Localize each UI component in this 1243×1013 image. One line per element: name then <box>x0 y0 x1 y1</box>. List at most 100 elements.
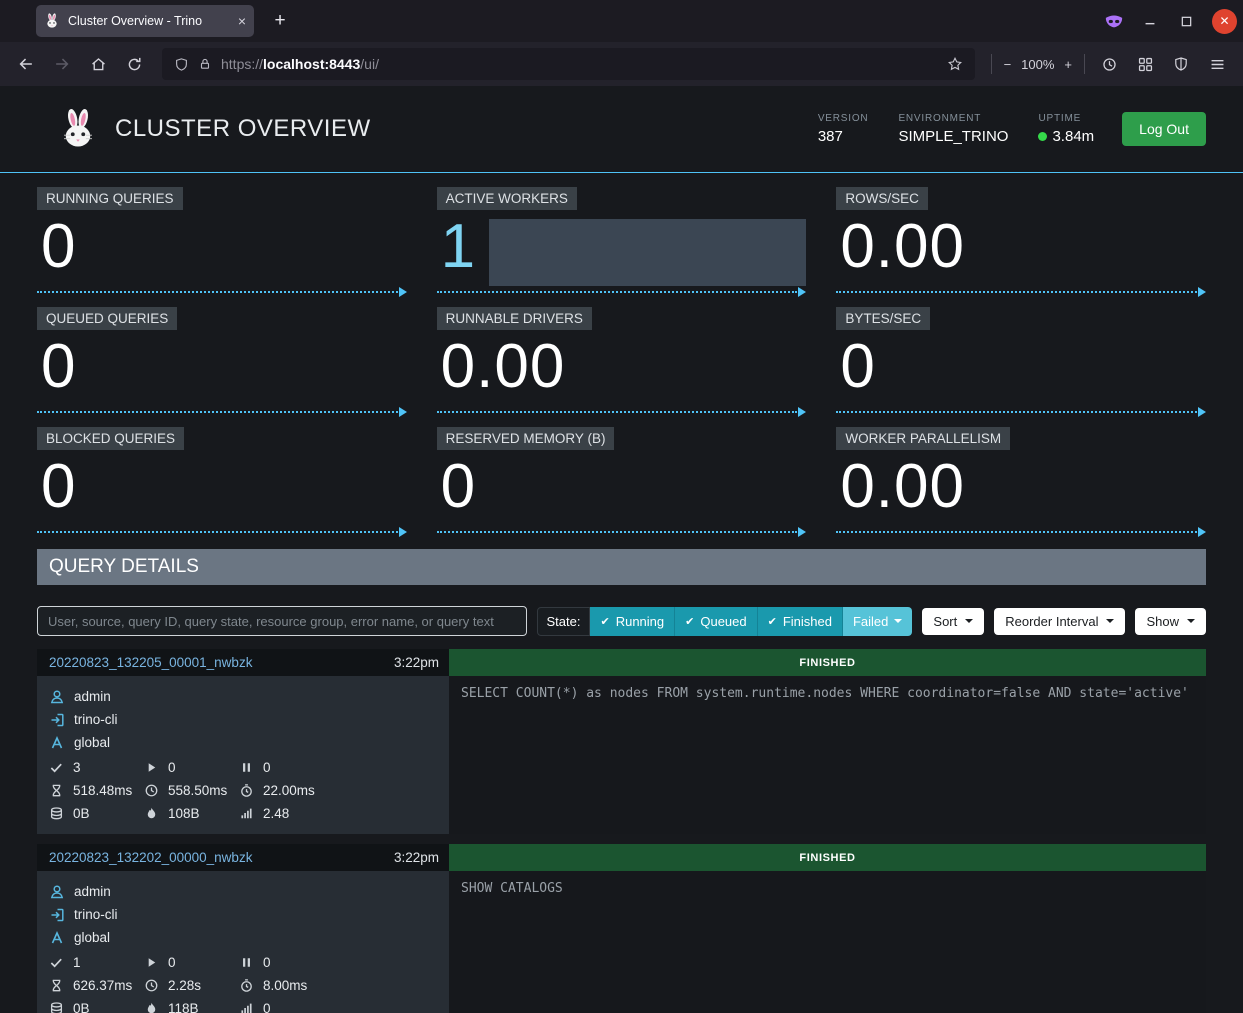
query-card: 20220823_132205_00001_nwbzk 3:22pm FINIS… <box>37 649 1206 834</box>
sparkline <box>836 291 1197 293</box>
sparkline <box>437 291 798 293</box>
stat-value: 0 <box>41 453 76 521</box>
private-browsing-mask-icon <box>1104 11 1124 31</box>
wall-time: 626.37ms <box>73 978 132 993</box>
query-id-link[interactable]: 20220823_132202_00000_nwbzk <box>49 850 252 865</box>
stat-tile-runnable-drivers: RUNNABLE DRIVERS 0.00 <box>437 307 807 417</box>
cumulative-memory: 2.48 <box>263 806 289 821</box>
history-icon[interactable] <box>1093 47 1125 81</box>
sparkline-tip-icon <box>1198 407 1206 417</box>
resource-group-icon <box>49 930 65 946</box>
stat-value: 0.00 <box>441 333 566 401</box>
stat-label: QUEUED QUERIES <box>37 307 177 330</box>
url-bar[interactable]: https://localhost:8443/ui/ <box>162 48 975 80</box>
site-header: CLUSTER OVERVIEW VERSION 387 ENVIRONMENT… <box>0 86 1243 173</box>
page-title: CLUSTER OVERVIEW <box>115 115 371 143</box>
peak-memory: 108B <box>168 806 200 821</box>
sparkline-tip-icon <box>1198 527 1206 537</box>
stat-tile-rows-sec: ROWS/SEC 0.00 <box>836 187 1206 297</box>
sparkline-tip-icon <box>399 527 407 537</box>
query-source: trino-cli <box>74 907 118 922</box>
sparkline-tip-icon <box>798 407 806 417</box>
stat-tile-worker-parallelism: WORKER PARALLELISM 0.00 <box>836 427 1206 537</box>
menu-icon[interactable] <box>1201 47 1233 81</box>
stat-label: WORKER PARALLELISM <box>836 427 1010 450</box>
stat-label: BLOCKED QUERIES <box>37 427 184 450</box>
zoom-level[interactable]: 100% <box>1021 57 1054 72</box>
tab-close-icon[interactable]: × <box>238 13 246 29</box>
state-filter-running[interactable]: ✔Running <box>590 607 675 636</box>
resource-group-icon <box>49 735 65 751</box>
state-filter-failed[interactable]: Failed <box>843 607 912 636</box>
show-dropdown[interactable]: Show <box>1135 608 1206 635</box>
tracking-shield-icon[interactable] <box>174 57 189 72</box>
query-time: 3:22pm <box>394 850 439 865</box>
zoom-out-button[interactable]: − <box>1004 57 1012 72</box>
zoom-in-button[interactable]: + <box>1064 57 1072 72</box>
query-id-link[interactable]: 20220823_132205_00001_nwbzk <box>49 655 252 670</box>
source-icon <box>49 712 65 728</box>
sparkline <box>37 291 398 293</box>
cpu-time: 22.00ms <box>263 783 315 798</box>
reorder-interval-dropdown[interactable]: Reorder Interval <box>994 608 1125 635</box>
caret-down-icon <box>894 619 902 623</box>
version-label: VERSION <box>818 113 869 124</box>
cumulative-memory-icon <box>239 1001 255 1013</box>
completed-splits: 3 <box>73 760 81 775</box>
query-user: admin <box>74 689 111 704</box>
cumulative-memory: 0 <box>263 1001 271 1013</box>
tab-title: Cluster Overview - Trino <box>68 14 230 28</box>
sparkline <box>437 411 798 413</box>
browser-tab[interactable]: Cluster Overview - Trino × <box>36 5 254 37</box>
state-filter-queued[interactable]: ✔Queued <box>675 607 757 636</box>
browser-toolbar: https://localhost:8443/ui/ − 100% + <box>0 42 1243 86</box>
query-card-header: 20220823_132202_00000_nwbzk 3:22pm <box>37 844 449 871</box>
trino-rabbit-logo-icon <box>57 108 99 150</box>
user-icon <box>49 884 65 900</box>
cpu-time-icon <box>239 978 255 994</box>
reload-icon[interactable] <box>118 47 150 81</box>
running-splits: 0 <box>168 760 176 775</box>
sparkline-tip-icon <box>1198 287 1206 297</box>
back-icon[interactable] <box>10 47 42 81</box>
caret-down-icon <box>1187 619 1195 623</box>
cluster-meta: VERSION 387 ENVIRONMENT SIMPLE_TRINO UPT… <box>818 113 1094 145</box>
state-filter-group: State: ✔Running ✔Queued ✔Finished Failed <box>537 607 913 636</box>
state-filter-label: State: <box>537 607 591 636</box>
home-icon[interactable] <box>82 47 114 81</box>
state-filter-finished[interactable]: ✔Finished <box>758 607 843 636</box>
stat-value: 0 <box>441 453 476 521</box>
source-icon <box>49 907 65 923</box>
protections-shield-icon[interactable] <box>1165 47 1197 81</box>
trino-favicon-icon <box>44 13 60 29</box>
stat-value: 0 <box>41 333 76 401</box>
extensions-icon[interactable] <box>1129 47 1161 81</box>
elapsed-time: 558.50ms <box>168 783 227 798</box>
sort-dropdown[interactable]: Sort <box>922 608 984 635</box>
queued-splits-icon <box>239 955 255 971</box>
query-source: trino-cli <box>74 712 118 727</box>
stat-label: RESERVED MEMORY (B) <box>437 427 615 450</box>
new-tab-button[interactable]: + <box>266 7 294 35</box>
trino-cluster-overview-page: CLUSTER OVERVIEW VERSION 387 ENVIRONMENT… <box>0 86 1243 1013</box>
check-icon: ✔ <box>600 615 609 628</box>
minimize-button[interactable] <box>1140 11 1160 31</box>
environment-value: SIMPLE_TRINO <box>898 128 1008 145</box>
query-text: SELECT COUNT(*) as nodes FROM system.run… <box>449 676 1206 834</box>
query-search-input[interactable] <box>37 606 527 636</box>
stat-label: RUNNING QUERIES <box>37 187 183 210</box>
url-text[interactable]: https://localhost:8443/ui/ <box>221 56 379 72</box>
version-value: 387 <box>818 128 869 145</box>
cumulative-memory-icon <box>239 806 255 822</box>
maximize-button[interactable] <box>1176 11 1196 31</box>
check-icon: ✔ <box>685 615 694 628</box>
lock-icon[interactable] <box>198 57 212 71</box>
forward-icon[interactable] <box>46 47 78 81</box>
stat-tile-blocked-queries: BLOCKED QUERIES 0 <box>37 427 407 537</box>
query-status-bar: FINISHED <box>449 844 1206 871</box>
close-button[interactable]: ✕ <box>1212 9 1237 34</box>
cpu-time: 8.00ms <box>263 978 307 993</box>
bookmark-star-icon[interactable] <box>947 56 963 72</box>
uptime-label: UPTIME <box>1038 113 1094 124</box>
logout-button[interactable]: Log Out <box>1122 112 1206 146</box>
